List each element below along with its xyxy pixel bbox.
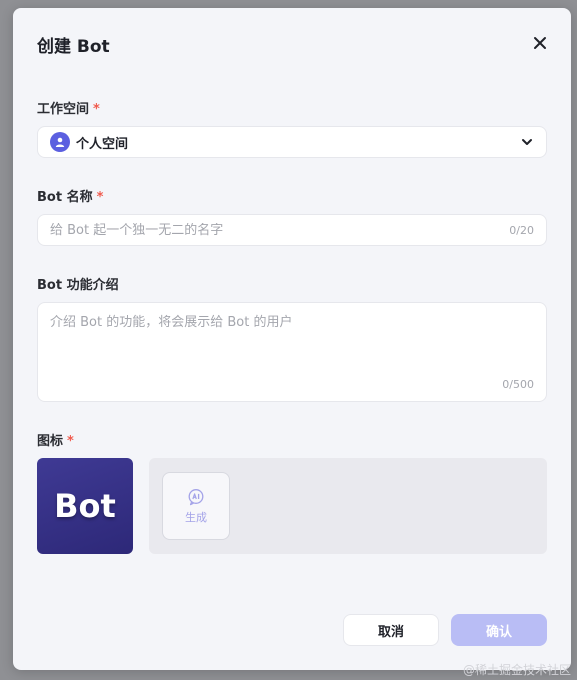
ai-icon bbox=[188, 488, 204, 505]
icon-generate-panel: 生成 bbox=[149, 458, 547, 554]
workspace-label-text: 工作空间 bbox=[37, 102, 90, 117]
user-icon bbox=[50, 132, 70, 152]
bot-icon-preview-text: Bot bbox=[54, 487, 116, 525]
required-mark: * bbox=[93, 102, 100, 117]
chevron-down-icon bbox=[522, 139, 532, 145]
icon-label-text: 图标 bbox=[37, 434, 64, 449]
cancel-button[interactable]: 取消 bbox=[343, 614, 439, 646]
bot-name-field: 0/20 bbox=[37, 214, 547, 246]
icon-label: 图标 * bbox=[37, 430, 74, 449]
dialog-title: 创建 Bot bbox=[37, 37, 110, 57]
watermark: @稀土掘金技术社区 bbox=[462, 663, 571, 677]
create-bot-dialog: 创建 Bot 工作空间* 个人空间 Bot 名称* 0/20 Bot 功能介绍 … bbox=[13, 8, 571, 670]
bot-name-label-text: Bot 名称 bbox=[37, 190, 93, 205]
generate-icon-button[interactable]: 生成 bbox=[162, 472, 230, 540]
workspace-select[interactable]: 个人空间 bbox=[37, 126, 547, 158]
required-mark: * bbox=[67, 434, 74, 449]
confirm-button[interactable]: 确认 bbox=[451, 614, 547, 646]
required-mark: * bbox=[96, 190, 104, 205]
bot-description-field: 0/500 bbox=[37, 302, 547, 402]
bot-description-input[interactable] bbox=[50, 311, 536, 367]
workspace-label: 工作空间 * bbox=[37, 98, 100, 117]
bot-description-label: Bot 功能介绍 bbox=[37, 278, 119, 293]
generate-label: 生成 bbox=[185, 510, 207, 524]
bot-description-counter: 0/500 bbox=[502, 378, 534, 391]
bot-name-input[interactable] bbox=[50, 222, 510, 238]
close-icon[interactable] bbox=[531, 34, 549, 52]
bot-name-label: Bot 名称 * bbox=[37, 186, 103, 205]
bot-name-counter: 0/20 bbox=[509, 223, 534, 237]
bot-icon-preview[interactable]: Bot bbox=[37, 458, 133, 554]
workspace-selected-value: 个人空间 bbox=[76, 136, 129, 152]
